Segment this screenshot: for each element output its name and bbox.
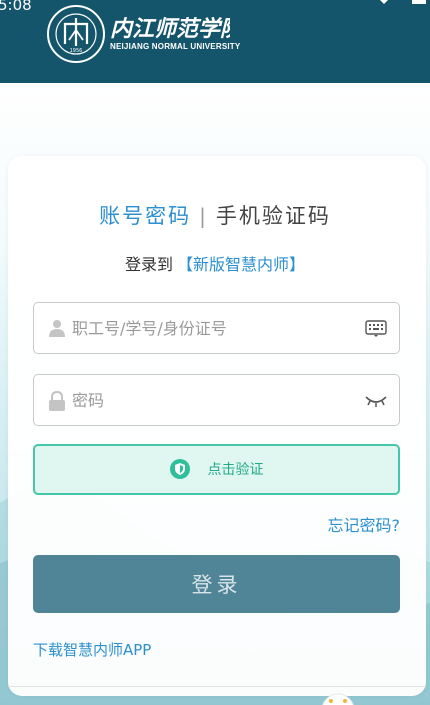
login-method-tabs: 账号密码 | 手机验证码 xyxy=(0,200,430,230)
tab-separator: | xyxy=(199,204,208,228)
captcha-verify-button[interactable]: 点击验证 xyxy=(33,444,400,495)
university-seal-logo: 1956 xyxy=(47,5,105,63)
login-target: 登录到 【新版智慧内师】 xyxy=(0,251,430,275)
university-name-en: NEIJIANG NORMAL UNIVERSITY xyxy=(110,42,241,51)
status-time: 5:08 xyxy=(0,0,32,14)
system-name-link[interactable]: 【新版智慧内师】 xyxy=(177,255,305,274)
eye-closed-icon[interactable] xyxy=(365,393,387,409)
app-header: 5:08 1956 内江师范学院 NEIJIANG NORMAL UNIVERS… xyxy=(0,0,430,83)
mascot-icon xyxy=(322,693,354,705)
login-to-label: 登录到 xyxy=(124,255,173,274)
university-name-cn: 内江师范学院 xyxy=(110,16,230,42)
keyboard-icon[interactable] xyxy=(365,319,387,337)
password-field[interactable] xyxy=(33,374,400,426)
seal-year: 1956 xyxy=(70,48,83,54)
university-name-calligraphy: 内江师范学院 xyxy=(110,16,230,42)
login-button[interactable]: 登录 xyxy=(33,555,400,613)
user-icon xyxy=(49,320,65,337)
verify-label: 点击验证 xyxy=(207,462,264,478)
account-field[interactable] xyxy=(33,302,400,354)
shield-check-icon xyxy=(169,459,190,479)
lock-icon xyxy=(49,391,65,411)
tab-account-password[interactable]: 账号密码 xyxy=(99,204,191,228)
tab-sms-code[interactable]: 手机验证码 xyxy=(216,204,331,228)
login-card xyxy=(8,156,426,696)
verify-content: 点击验证 xyxy=(169,459,264,479)
status-signal-icons xyxy=(380,0,426,4)
bottom-divider xyxy=(8,686,426,687)
account-input[interactable] xyxy=(72,303,352,353)
download-app-link[interactable]: 下载智慧内师APP xyxy=(33,639,151,660)
forgot-password-link[interactable]: 忘记密码? xyxy=(328,512,401,536)
password-input[interactable] xyxy=(72,375,352,425)
